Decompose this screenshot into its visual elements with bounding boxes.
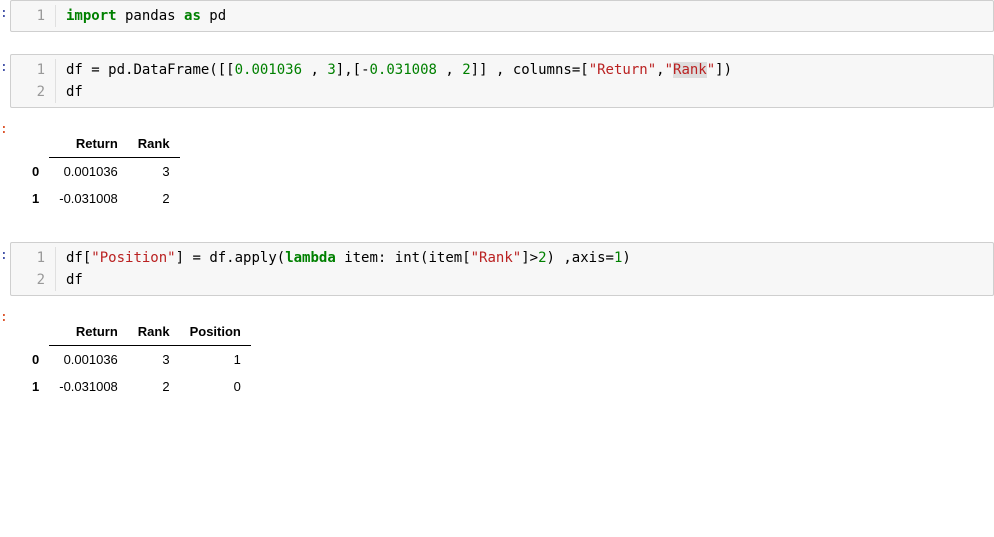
- code-cell-3: : 12 df["Position"] = df.apply(lambda it…: [0, 242, 994, 296]
- cell: 2: [128, 185, 180, 212]
- in-prompt: :: [0, 0, 10, 32]
- table-row: 1-0.0310082: [22, 185, 180, 212]
- code-text[interactable]: import pandas as pd: [56, 5, 993, 27]
- output-area: ReturnRank00.00103631-0.0310082: [10, 116, 994, 220]
- output-cell-1: : ReturnRank00.00103631-0.0310082: [0, 116, 994, 220]
- column-header: Rank: [128, 130, 180, 158]
- column-header: Position: [180, 318, 251, 346]
- dataframe-table: ReturnRankPosition00.001036311-0.0310082…: [22, 318, 251, 400]
- row-index: 1: [22, 373, 49, 400]
- cell: -0.031008: [49, 373, 128, 400]
- output-cell-2: : ReturnRankPosition00.001036311-0.03100…: [0, 304, 994, 408]
- row-index: 0: [22, 158, 49, 186]
- cell: 0.001036: [49, 158, 128, 186]
- line-gutter: 1: [11, 5, 56, 27]
- cell: 2: [128, 373, 180, 400]
- out-prompt: :: [0, 116, 10, 220]
- cell: 3: [128, 346, 180, 374]
- code-text[interactable]: df = pd.DataFrame([[0.001036 , 3],[-0.03…: [56, 59, 993, 103]
- row-index: 0: [22, 346, 49, 374]
- out-prompt: :: [0, 304, 10, 408]
- table-row: 00.00103631: [22, 346, 251, 374]
- in-prompt: :: [0, 54, 10, 108]
- dataframe-table: ReturnRank00.00103631-0.0310082: [22, 130, 180, 212]
- code-text[interactable]: df["Position"] = df.apply(lambda item: i…: [56, 247, 993, 291]
- code-cell-1: : 1 import pandas as pd: [0, 0, 994, 32]
- row-index: 1: [22, 185, 49, 212]
- column-header: Return: [49, 130, 128, 158]
- column-header: Return: [49, 318, 128, 346]
- code-input[interactable]: 12 df["Position"] = df.apply(lambda item…: [10, 242, 994, 296]
- cell: 0: [180, 373, 251, 400]
- cell: 1: [180, 346, 251, 374]
- line-gutter: 12: [11, 247, 56, 291]
- code-input[interactable]: 1 import pandas as pd: [10, 0, 994, 32]
- table-row: 1-0.03100820: [22, 373, 251, 400]
- column-header: Rank: [128, 318, 180, 346]
- in-prompt: :: [0, 242, 10, 296]
- code-input[interactable]: 12 df = pd.DataFrame([[0.001036 , 3],[-0…: [10, 54, 994, 108]
- line-gutter: 12: [11, 59, 56, 103]
- cell: 0.001036: [49, 346, 128, 374]
- cell: 3: [128, 158, 180, 186]
- cell: -0.031008: [49, 185, 128, 212]
- table-row: 00.0010363: [22, 158, 180, 186]
- code-cell-2: : 12 df = pd.DataFrame([[0.001036 , 3],[…: [0, 54, 994, 108]
- output-area: ReturnRankPosition00.001036311-0.0310082…: [10, 304, 994, 408]
